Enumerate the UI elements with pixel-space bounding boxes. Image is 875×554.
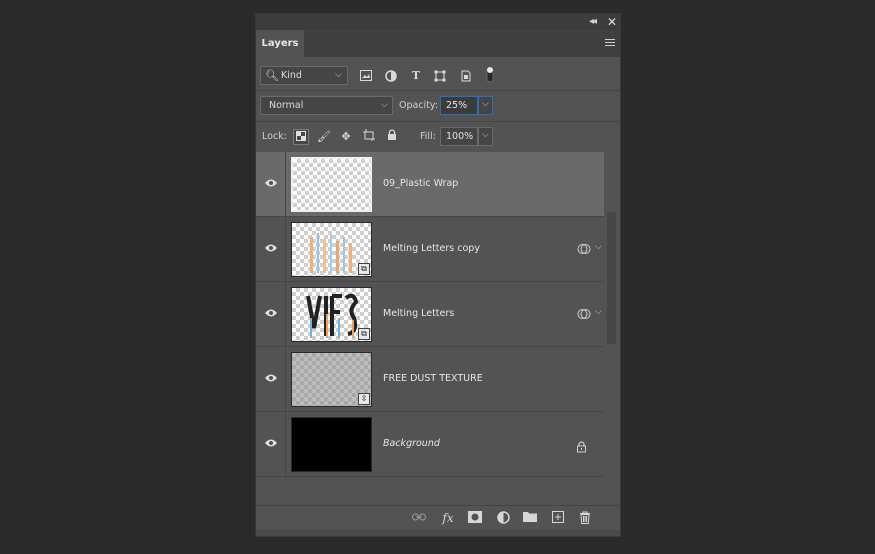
visibility-eye-icon[interactable] <box>264 178 278 188</box>
filter-row: 🔍︎ Kind ⌵ T <box>256 60 620 91</box>
lock-row: Lock: 🖌︎ ✥ Fill: 100% ⌵ <box>256 122 620 153</box>
visibility-eye-icon[interactable] <box>264 438 278 448</box>
chevron-down-icon[interactable]: ⌵ <box>595 307 602 317</box>
visibility-eye-icon[interactable] <box>264 308 278 318</box>
delete-icon[interactable] <box>578 511 592 525</box>
close-panel-icon[interactable]: ✕ <box>607 14 617 30</box>
fill-label: Fill: <box>420 131 436 142</box>
divider <box>285 217 286 281</box>
filter-toggle-icon[interactable] <box>484 65 496 83</box>
layer-row[interactable]: ⇳ FREE DUST TEXTURE <box>256 347 604 412</box>
divider <box>285 347 286 411</box>
lock-transparent-pixels-icon[interactable] <box>293 129 309 145</box>
type-filter-icon[interactable]: T <box>410 70 422 82</box>
search-icon: 🔍︎ <box>265 69 279 82</box>
smart-object-badge-icon: ⧉ <box>358 263 370 275</box>
chevron-down-icon[interactable]: ⌵ <box>595 242 602 252</box>
collapse-panel-icon[interactable]: ◂◂ <box>589 15 597 29</box>
panel-menu-icon[interactable] <box>605 39 615 47</box>
new-adjustment-icon[interactable] <box>496 511 510 525</box>
chevron-down-icon: ⌵ <box>482 99 489 109</box>
layers-panel: ◂◂ ✕ Layers 🔍︎ Kind ⌵ T Normal ⌵ Opacity… <box>255 13 621 537</box>
chevron-down-icon: ⌵ <box>335 70 342 80</box>
lock-position-icon[interactable]: ✥ <box>338 129 354 145</box>
blend-mode-value: Normal <box>269 100 304 111</box>
layer-thumbnail[interactable] <box>291 417 372 472</box>
lock-image-pixels-icon[interactable]: 🖌︎ <box>316 129 332 145</box>
blend-mode-select[interactable]: Normal ⌵ <box>260 96 393 115</box>
smart-object-badge-icon: ⧉ <box>358 328 370 340</box>
blend-row: Normal ⌵ Opacity: 25% ⌵ <box>256 91 620 122</box>
fill-slider-toggle[interactable]: ⌵ <box>478 127 493 146</box>
layer-row[interactable]: ⧉ Melting Letters copy ⌵ <box>256 217 604 282</box>
smart-object-badge-icon: ⇳ <box>358 393 370 405</box>
layer-row[interactable]: 09_Plastic Wrap <box>256 152 604 217</box>
visibility-eye-icon[interactable] <box>264 243 278 253</box>
layer-row[interactable]: ⧉ Melting Letters ⌵ <box>256 282 604 347</box>
prevent-autonest-icon[interactable] <box>361 129 377 145</box>
divider <box>285 412 286 476</box>
panel-resize-grip[interactable] <box>256 530 620 536</box>
lock-all-icon[interactable] <box>384 129 400 145</box>
fill-input[interactable]: 100% <box>440 127 478 146</box>
divider <box>285 282 286 346</box>
layers-list: 09_Plastic Wrap ⧉ Melting Letters copy ⌵… <box>256 152 604 488</box>
fx-icon[interactable]: fx <box>441 511 455 525</box>
layer-name[interactable]: 09_Plastic Wrap <box>383 178 458 189</box>
link-layers-icon[interactable] <box>412 511 426 525</box>
opacity-label: Opacity: <box>399 100 439 111</box>
tab-layers[interactable]: Layers <box>256 30 304 57</box>
chevron-down-icon: ⌵ <box>381 100 388 110</box>
visibility-eye-icon[interactable] <box>264 373 278 383</box>
kind-filter-select[interactable]: 🔍︎ Kind ⌵ <box>260 66 348 85</box>
layer-name[interactable]: Melting Letters <box>383 308 454 319</box>
new-layer-icon[interactable] <box>551 511 565 525</box>
chevron-down-icon: ⌵ <box>482 130 489 140</box>
image-filter-icon[interactable] <box>360 70 372 82</box>
shape-filter-icon[interactable] <box>434 70 446 82</box>
lock-icon[interactable] <box>576 438 587 453</box>
divider <box>285 152 286 216</box>
layer-thumbnail[interactable]: ⇳ <box>291 352 372 407</box>
layer-name[interactable]: Background <box>383 438 440 449</box>
tab-bar: Layers <box>256 30 620 57</box>
kind-filter-label: Kind <box>281 70 302 81</box>
lock-label: Lock: <box>262 131 287 142</box>
layer-effects-icon[interactable] <box>577 241 591 255</box>
smart-object-filter-icon[interactable] <box>460 70 472 82</box>
panel-title-bar: ◂◂ ✕ <box>256 14 620 30</box>
layer-thumbnail[interactable]: ⧉ <box>291 222 372 277</box>
new-group-icon[interactable] <box>523 511 537 525</box>
adjustment-filter-icon[interactable] <box>385 70 397 82</box>
scrollbar-thumb[interactable] <box>607 212 616 344</box>
layer-effects-icon[interactable] <box>577 306 591 320</box>
add-mask-icon[interactable] <box>468 511 482 525</box>
layer-name[interactable]: FREE DUST TEXTURE <box>383 373 483 384</box>
opacity-input[interactable]: 25% <box>440 96 478 115</box>
layer-row[interactable]: Background <box>256 412 604 477</box>
opacity-slider-toggle[interactable]: ⌵ <box>478 96 493 115</box>
layer-name[interactable]: Melting Letters copy <box>383 243 480 254</box>
layer-thumbnail[interactable]: ⧉ <box>291 287 372 342</box>
layers-bottom-toolbar: fx <box>256 505 620 530</box>
layer-thumbnail[interactable] <box>291 157 372 212</box>
